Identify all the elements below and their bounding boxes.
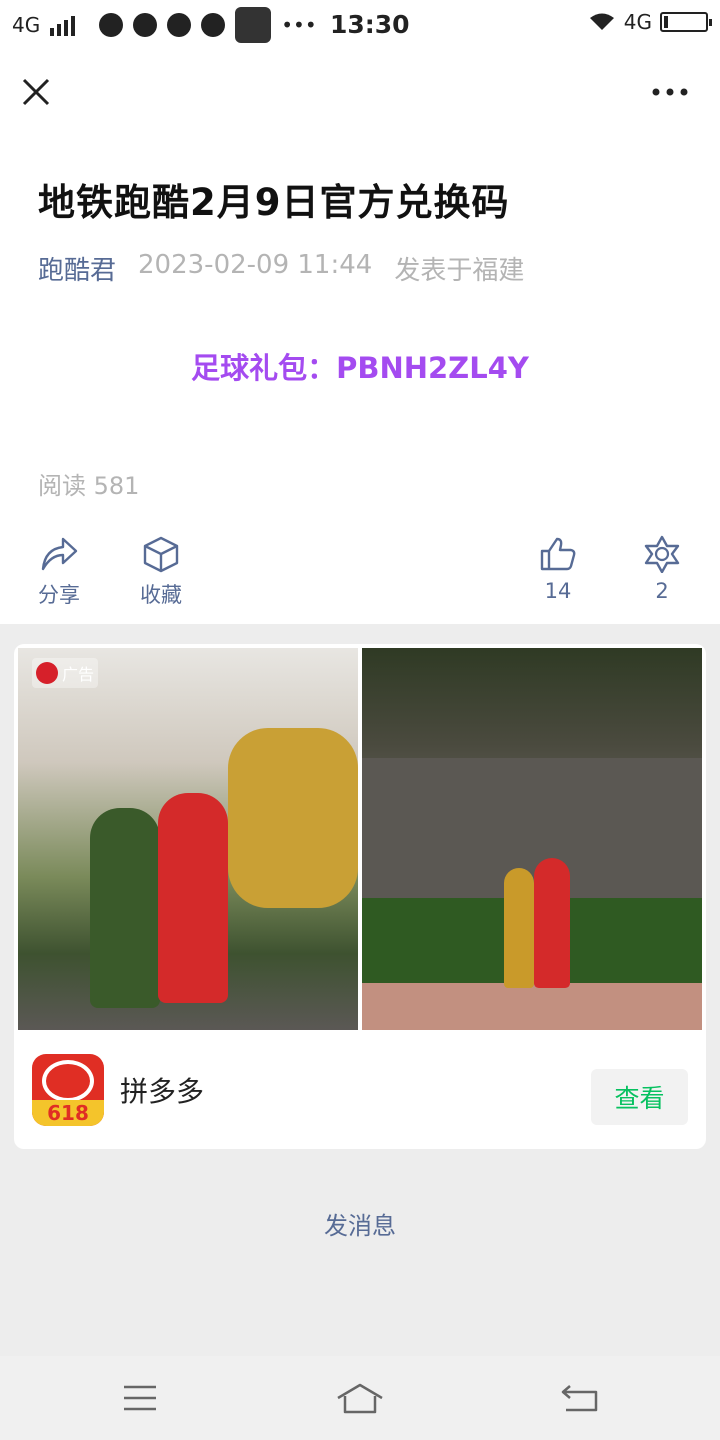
more-icon: [652, 88, 688, 96]
share-label: 分享: [38, 583, 80, 607]
close-button[interactable]: [18, 74, 54, 110]
article-title: 地铁跑酷2月9日官方兑换码: [38, 181, 510, 224]
person-figure-right: [534, 858, 570, 988]
app-notification-icon: [235, 7, 272, 43]
top-bar: [0, 56, 720, 128]
more-options-button[interactable]: [644, 78, 696, 106]
view-button[interactable]: 查看: [591, 1069, 688, 1125]
signal-icon: [50, 14, 76, 36]
cube-icon: [143, 536, 179, 573]
article-actions: 分享 收藏 14 2: [0, 535, 720, 615]
bottom-section: 广告 618 拼多多 查看 发消息: [0, 624, 720, 1356]
back-nav-button[interactable]: [550, 1378, 610, 1418]
collect-label: 收藏: [140, 583, 182, 607]
thumbs-up-icon: [540, 537, 576, 571]
planet-app-icon: [99, 13, 124, 37]
back-icon: [561, 1385, 598, 1412]
ad-app-name: 拼多多: [120, 1075, 205, 1108]
ad-badge[interactable]: 广告: [32, 658, 98, 688]
author-link[interactable]: 跑酷君: [38, 250, 116, 287]
menu-icon: [124, 1385, 156, 1411]
share-button[interactable]: 分享: [38, 535, 80, 609]
network-indicator-left: 4G: [12, 13, 41, 37]
home-nav-button[interactable]: [330, 1378, 390, 1418]
status-time: 13:30: [330, 10, 410, 39]
network-indicator-right: 4G: [623, 10, 652, 34]
wow-button[interactable]: 2: [642, 535, 682, 603]
wow-star-icon: [644, 535, 680, 573]
close-icon: [22, 78, 50, 106]
home-icon: [337, 1383, 383, 1414]
wow-count: 2: [655, 579, 669, 603]
ad-photo-left[interactable]: 广告: [18, 648, 358, 1030]
menu-nav-button[interactable]: [110, 1378, 170, 1418]
wifi-icon: [589, 13, 614, 30]
golden-horse-statue: [228, 728, 358, 908]
chat-bubble-icon: [133, 13, 158, 37]
collect-button[interactable]: 收藏: [140, 535, 182, 609]
app-logo-text: 618: [32, 1100, 104, 1126]
ad-badge-label: 广告: [61, 665, 94, 684]
palette-icon: [201, 13, 226, 37]
ground: [362, 983, 702, 1030]
crown-icon: [167, 13, 192, 37]
article-meta: 跑酷君 2023-02-09 11:44 发表于福建: [38, 250, 524, 287]
battery-icon: [660, 12, 712, 32]
like-count: 14: [544, 579, 572, 603]
redeem-code-text: 足球礼包：PBNH2ZL4Y: [191, 351, 529, 385]
person-figure-right: [158, 793, 228, 1003]
person-figure-left: [504, 868, 534, 988]
more-notifications-icon: •••: [281, 13, 317, 37]
share-icon: [41, 537, 78, 571]
publish-location: 发表于福建: [394, 256, 525, 286]
person-figure-left: [90, 808, 160, 1008]
system-nav-bar: [0, 1356, 720, 1440]
read-count: 阅读 581: [38, 472, 140, 500]
ad-photo-right[interactable]: [362, 648, 702, 1030]
publish-date: 2023-02-09 11:44: [138, 250, 373, 280]
ad-logo-icon: [35, 662, 58, 684]
send-message-link[interactable]: 发消息: [0, 1206, 720, 1241]
status-bar: 4G ••• 13:30 4G: [0, 0, 720, 50]
like-button[interactable]: 14: [538, 535, 578, 603]
pinduoduo-logo: 618: [32, 1054, 104, 1126]
ad-card[interactable]: 广告 618 拼多多 查看: [14, 644, 706, 1149]
ad-app-row: 618 拼多多 查看: [14, 1030, 706, 1149]
